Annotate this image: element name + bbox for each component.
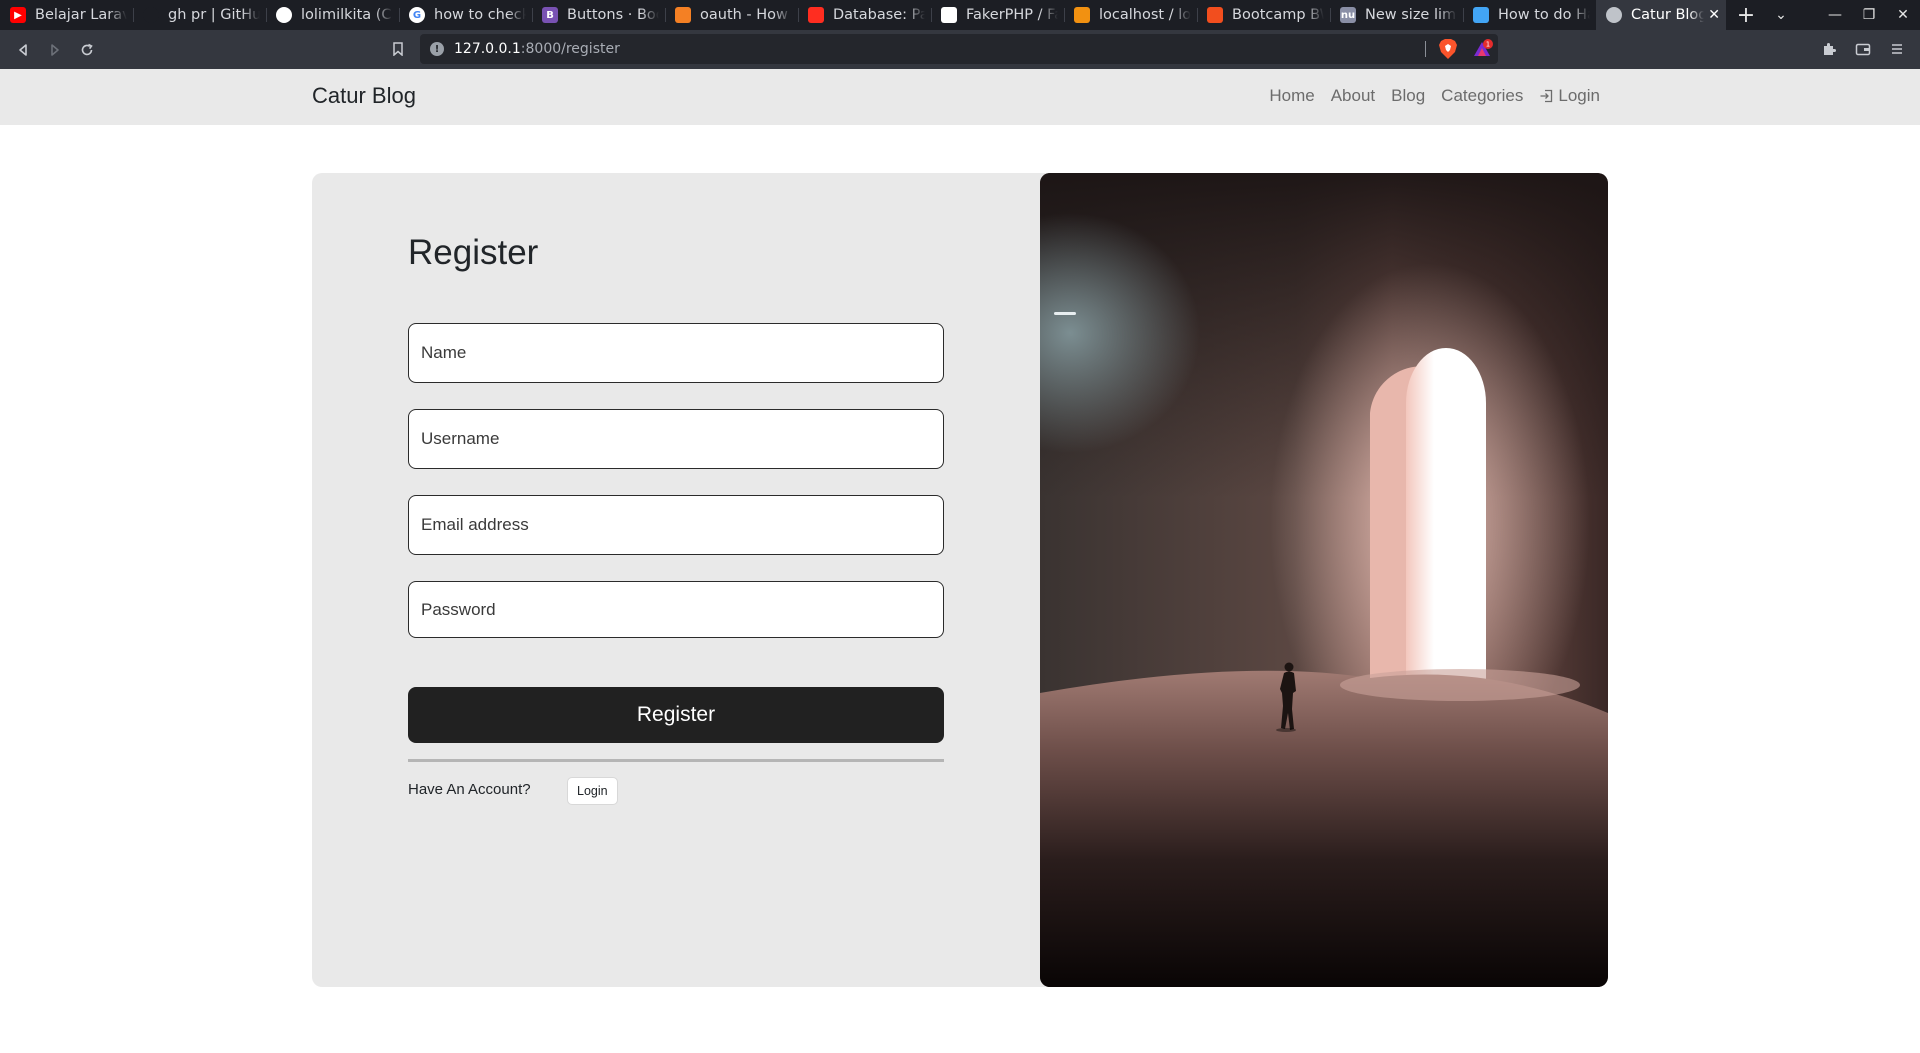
nu-icon: nu bbox=[1340, 7, 1356, 23]
nav-about-link[interactable]: About bbox=[1331, 86, 1375, 106]
flutter-icon bbox=[1473, 7, 1489, 23]
browser-tab[interactable]: localhost / loc bbox=[1064, 0, 1197, 30]
back-icon[interactable] bbox=[8, 35, 38, 65]
close-tab-icon[interactable]: ✕ bbox=[1708, 7, 1720, 23]
nav-categories-link[interactable]: Categories bbox=[1441, 86, 1523, 106]
browser-tab[interactable]: oauth - How t bbox=[665, 0, 798, 30]
page-title: Register bbox=[408, 233, 539, 272]
stackoverflow-icon bbox=[675, 7, 691, 23]
url-path: :8000/register bbox=[520, 41, 620, 57]
browser-tab-title: lolimilkita (Ca bbox=[301, 7, 393, 23]
nav-home-link[interactable]: Home bbox=[1269, 86, 1314, 106]
github-icon bbox=[143, 7, 159, 23]
have-account-text: Have An Account? bbox=[408, 781, 531, 798]
browser-tab-title: New size limit bbox=[1365, 7, 1457, 23]
browser-tab[interactable]: Catur Blog ✕ bbox=[1596, 0, 1726, 30]
form-divider bbox=[408, 759, 944, 762]
browser-tab[interactable]: How to do Ha bbox=[1463, 0, 1596, 30]
browser-tab-title: How to do Ha bbox=[1498, 7, 1590, 23]
browser-tab[interactable]: B Buttons · Boo bbox=[532, 0, 665, 30]
github-icon bbox=[276, 7, 292, 23]
reload-icon[interactable] bbox=[72, 35, 102, 65]
browser-tab-title: FakerPHP / Fa bbox=[966, 7, 1058, 23]
brave-rewards-icon[interactable]: 1 bbox=[1472, 38, 1494, 60]
nav-blog-link[interactable]: Blog bbox=[1391, 86, 1425, 106]
address-bar[interactable]: ! 127.0.0.1:8000/register bbox=[420, 34, 1498, 64]
new-tab-button[interactable]: + bbox=[1726, 0, 1766, 30]
browser-tab-title: Bootcamp BW bbox=[1232, 7, 1324, 23]
username-input[interactable] bbox=[408, 409, 944, 469]
rewards-badge: 1 bbox=[1486, 41, 1490, 49]
browser-tab-strip: ▶ Belajar Laravel gh pr | GitHub lolimilkit… bbox=[0, 0, 1920, 30]
browser-tab[interactable]: Bootcamp BW bbox=[1197, 0, 1330, 30]
site-navbar: Catur Blog Home About Blog Categories Lo… bbox=[0, 69, 1920, 125]
site-info-icon[interactable]: ! bbox=[430, 42, 444, 56]
browser-tab-title: Catur Blog bbox=[1631, 7, 1705, 23]
name-input[interactable] bbox=[408, 323, 944, 383]
forward-icon[interactable] bbox=[40, 35, 70, 65]
browser-tab-title: Buttons · Boo bbox=[567, 7, 659, 23]
figma-icon bbox=[1207, 7, 1223, 23]
browser-tab[interactable]: ▶ Belajar Laravel bbox=[0, 0, 133, 30]
tab-search-chevron-icon[interactable]: ⌄ bbox=[1764, 0, 1798, 30]
login-button[interactable]: Login bbox=[567, 777, 618, 805]
url-host: 127.0.0.1 bbox=[454, 41, 521, 57]
browser-tab[interactable]: gh pr | GitHub bbox=[133, 0, 266, 30]
phpmyadmin-icon bbox=[1074, 7, 1090, 23]
browser-tab-title: gh pr | GitHub bbox=[168, 7, 260, 23]
bookmark-icon[interactable] bbox=[388, 39, 408, 59]
browser-tab-title: Belajar Laravel bbox=[35, 7, 127, 23]
nav-links: Home About Blog Categories Login bbox=[1253, 86, 1600, 106]
email-input[interactable] bbox=[408, 495, 944, 555]
browser-tab-title: localhost / loc bbox=[1099, 7, 1191, 23]
browser-tab[interactable]: Ghow to check bbox=[399, 0, 532, 30]
nav-login-label: Login bbox=[1558, 86, 1600, 105]
globe-icon bbox=[1606, 7, 1622, 23]
password-input[interactable] bbox=[408, 581, 944, 638]
browser-tab-title: oauth - How t bbox=[700, 7, 792, 23]
browser-tab[interactable]: Database: Pag bbox=[798, 0, 931, 30]
restore-window-icon[interactable]: ❐ bbox=[1852, 0, 1886, 30]
nav-login-link[interactable]: Login bbox=[1539, 86, 1600, 106]
browser-tab[interactable]: FakerPHP / Fa bbox=[931, 0, 1064, 30]
faker-icon bbox=[941, 7, 957, 23]
extensions-puzzle-icon[interactable] bbox=[1814, 34, 1844, 64]
google-icon: G bbox=[409, 7, 425, 23]
browser-tab-title: Database: Pag bbox=[833, 7, 925, 23]
close-window-icon[interactable]: ✕ bbox=[1886, 0, 1920, 30]
browser-tab[interactable]: nu New size limit bbox=[1330, 0, 1463, 30]
minimize-window-icon[interactable]: — bbox=[1818, 0, 1852, 30]
youtube-icon: ▶ bbox=[10, 7, 26, 23]
browser-tab-title: how to check bbox=[434, 7, 526, 23]
hero-illustration bbox=[1040, 173, 1608, 987]
browser-toolbar: ! 127.0.0.1:8000/register 1 bbox=[0, 30, 1920, 69]
menu-hamburger-icon[interactable] bbox=[1882, 34, 1912, 64]
register-card: Register Register Have An Account? Login bbox=[312, 173, 1608, 987]
browser-tab[interactable]: lolimilkita (Ca bbox=[266, 0, 399, 30]
window-controls: ⌄ — ❐ ✕ bbox=[1764, 0, 1920, 30]
url-divider bbox=[1425, 41, 1426, 57]
laravel-icon bbox=[808, 7, 824, 23]
login-icon bbox=[1540, 89, 1553, 103]
brand-logo[interactable]: Catur Blog bbox=[312, 83, 416, 109]
bootstrap-icon: B bbox=[542, 7, 558, 23]
register-button[interactable]: Register bbox=[408, 687, 944, 743]
brave-shields-icon[interactable] bbox=[1438, 38, 1458, 60]
wallet-icon[interactable] bbox=[1848, 34, 1878, 64]
